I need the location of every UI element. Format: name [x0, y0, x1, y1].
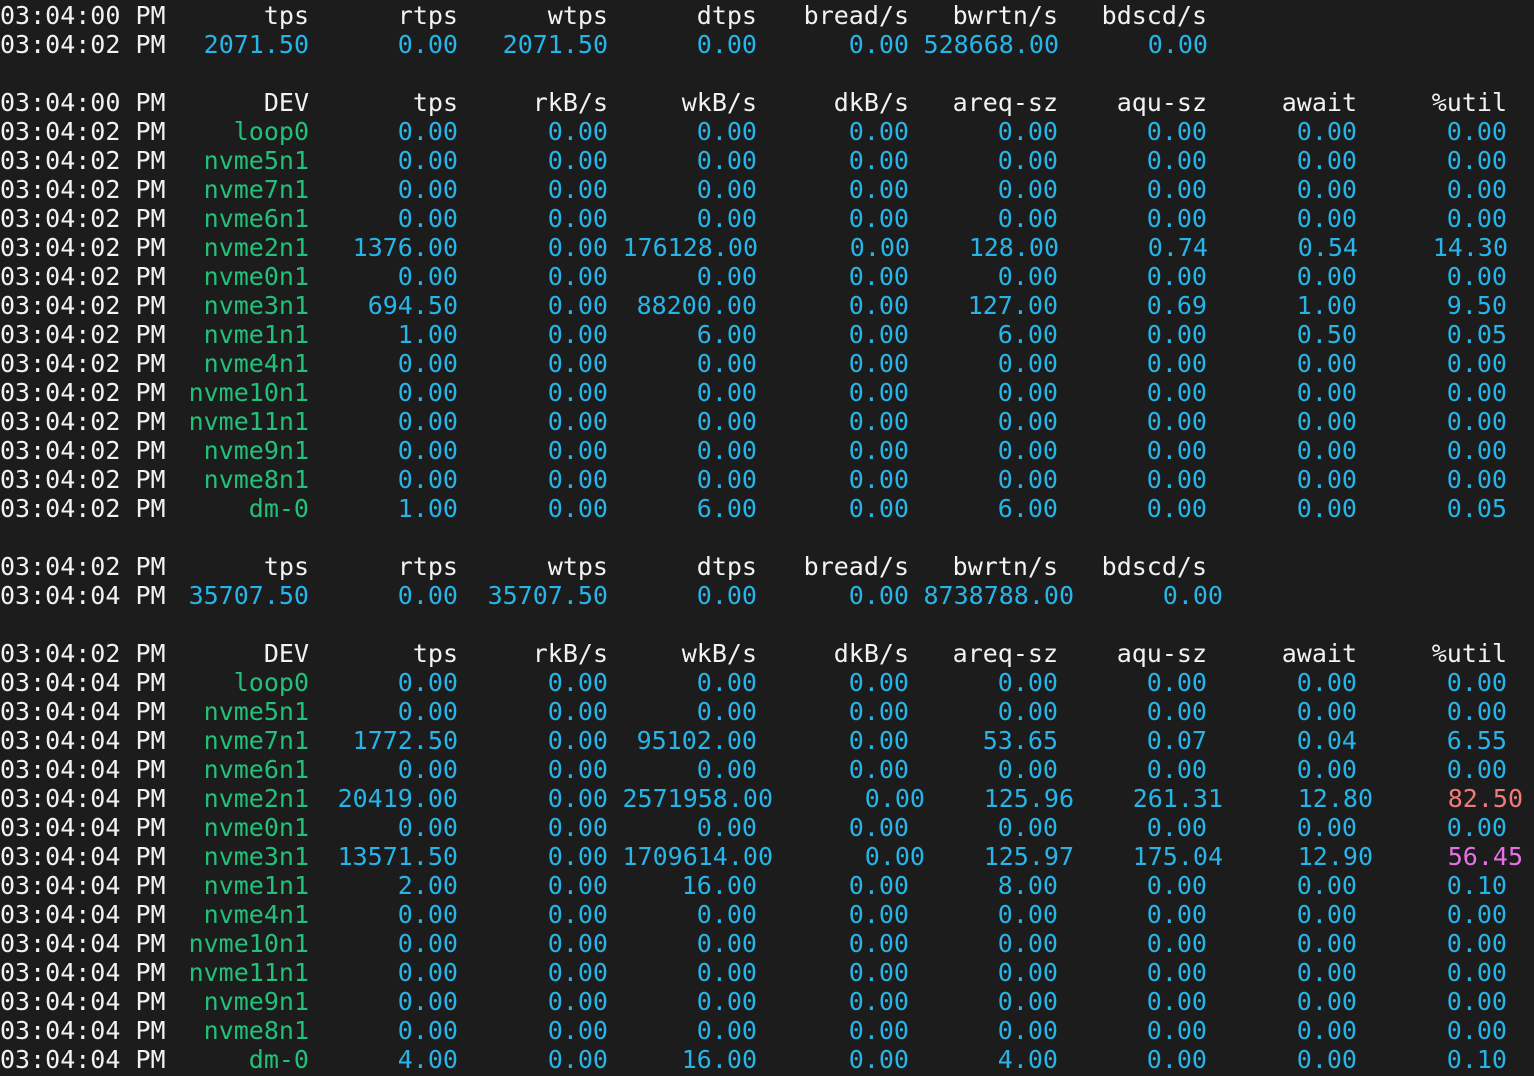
- device-row: 03:04:04 PM nvme1n1 2.00 0.00 16.00 0.00 8.00 0…: [0, 871, 1534, 900]
- device-row: 03:04:02 PM nvme2n1 1376.00 0.00 176128.00 0.…: [0, 233, 1534, 262]
- device-row: 03:04:02 PM nvme4n1 0.00 0.00 0.00 0.00 0.00 0.…: [0, 349, 1534, 378]
- device-metric-value: 0.00: [1446, 987, 1507, 1016]
- device-row: 03:04:04 PM loop0 0.00 0.00 0.00 0.00 0.00 0.00…: [0, 668, 1534, 697]
- device-header-row: 03:04:02 PM DEV tps rkB/s wkB/s dkB/s areq-sz a…: [0, 639, 1534, 668]
- device-row: 03:04:04 PM nvme9n1 0.00 0.00 0.00 0.00 0.00 0.…: [0, 987, 1534, 1016]
- device-header-row: 03:04:00 PM DEV tps rkB/s wkB/s dkB/s areq-sz a…: [0, 88, 1534, 117]
- device-metric-value: 14.30: [1432, 233, 1508, 262]
- device-metric-value: 56.45: [1447, 842, 1523, 871]
- device-metric-value: 0.00: [1446, 929, 1507, 958]
- device-metric-value: 0.05: [1446, 320, 1507, 349]
- device-row: 03:04:02 PM nvme8n1 0.00 0.00 0.00 0.00 0.00 0.…: [0, 465, 1534, 494]
- device-row: 03:04:04 PM nvme3n1 13571.50 0.00 1709614.00…: [0, 842, 1534, 871]
- device-row: 03:04:04 PM nvme2n1 20419.00 0.00 2571958.00…: [0, 784, 1534, 813]
- device-metric-value: 6.55: [1446, 726, 1507, 755]
- device-row: 03:04:02 PM nvme7n1 0.00 0.00 0.00 0.00 0.00 0.…: [0, 175, 1534, 204]
- device-metric-value: 0.00: [1446, 117, 1507, 146]
- device-row: 03:04:04 PM nvme6n1 0.00 0.00 0.00 0.00 0.00 0.…: [0, 755, 1534, 784]
- device-row: 03:04:02 PM loop0 0.00 0.00 0.00 0.00 0.00 0.00…: [0, 117, 1534, 146]
- device-metric-value: 0.00: [1446, 204, 1507, 233]
- device-row: 03:04:04 PM nvme4n1 0.00 0.00 0.00 0.00 0.00 0.…: [0, 900, 1534, 929]
- device-metric-value: 0.00: [1446, 175, 1507, 204]
- device-row: 03:04:04 PM nvme10n1 0.00 0.00 0.00 0.00 0.00 0…: [0, 929, 1534, 958]
- device-metric-value: 0.00: [1446, 1016, 1507, 1045]
- device-row: 03:04:04 PM dm-0 4.00 0.00 16.00 0.00 4.00 0.00…: [0, 1045, 1534, 1074]
- device-metric-value: 0.05: [1446, 494, 1507, 523]
- device-metric-value: 0.00: [1446, 146, 1507, 175]
- device-metric-value: 0.00: [1446, 407, 1507, 436]
- summary-value: 0.00: [1147, 30, 1208, 59]
- device-row: 03:04:02 PM nvme3n1 694.50 0.00 88200.00 0.00…: [0, 291, 1534, 320]
- device-row: 03:04:04 PM nvme8n1 0.00 0.00 0.00 0.00 0.00 0.…: [0, 1016, 1534, 1045]
- terminal-window[interactable]: 03:04:00 PM tps rtps wtps dtps bread/s bwrtn/s…: [0, 0, 1534, 1076]
- device-metric-value: 0.00: [1446, 668, 1507, 697]
- column-header: %util: [1431, 639, 1507, 668]
- column-header: bdscd/s: [1101, 552, 1207, 581]
- device-row: 03:04:02 PM nvme0n1 0.00 0.00 0.00 0.00 0.00 0.…: [0, 262, 1534, 291]
- device-row: 03:04:04 PM nvme7n1 1772.50 0.00 95102.00 0.0…: [0, 726, 1534, 755]
- summary-value: 0.00: [1162, 581, 1223, 610]
- summary-data-row: 03:04:04 PM 35707.50 0.00 35707.50 0.00 0.00 8…: [0, 581, 1534, 610]
- column-header: %util: [1431, 88, 1507, 117]
- device-metric-value: 0.00: [1446, 697, 1507, 726]
- device-metric-value: 0.00: [1446, 958, 1507, 987]
- device-metric-value: 9.50: [1446, 291, 1507, 320]
- device-row: 03:04:02 PM nvme9n1 0.00 0.00 0.00 0.00 0.00 0.…: [0, 436, 1534, 465]
- device-row: 03:04:04 PM nvme0n1 0.00 0.00 0.00 0.00 0.00 0.…: [0, 813, 1534, 842]
- device-metric-value: 0.10: [1446, 1045, 1507, 1074]
- device-row: 03:04:02 PM nvme11n1 0.00 0.00 0.00 0.00 0.00 0…: [0, 407, 1534, 436]
- summary-data-row: 03:04:02 PM 2071.50 0.00 2071.50 0.00 0.00 528…: [0, 30, 1534, 59]
- device-metric-value: 0.00: [1446, 262, 1507, 291]
- device-row: 03:04:02 PM nvme5n1 0.00 0.00 0.00 0.00 0.00 0.…: [0, 146, 1534, 175]
- device-metric-value: 82.50: [1447, 784, 1523, 813]
- device-metric-value: 0.00: [1446, 349, 1507, 378]
- device-metric-value: 0.00: [1446, 813, 1507, 842]
- device-metric-value: 0.00: [1446, 436, 1507, 465]
- device-metric-value: 0.00: [1446, 465, 1507, 494]
- device-metric-value: 0.00: [1446, 378, 1507, 407]
- device-row: 03:04:04 PM nvme11n1 0.00 0.00 0.00 0.00 0.00 0…: [0, 958, 1534, 987]
- device-row: 03:04:02 PM nvme10n1 0.00 0.00 0.00 0.00 0.00 0…: [0, 378, 1534, 407]
- device-metric-value: 0.10: [1446, 871, 1507, 900]
- summary-header-row: 03:04:02 PM tps rtps wtps dtps bread/s bwrtn/s…: [0, 552, 1534, 581]
- column-header: bdscd/s: [1101, 1, 1207, 30]
- device-metric-value: 0.00: [1446, 755, 1507, 784]
- device-row: 03:04:02 PM nvme6n1 0.00 0.00 0.00 0.00 0.00 0.…: [0, 204, 1534, 233]
- device-metric-value: 0.00: [1446, 900, 1507, 929]
- summary-header-row: 03:04:00 PM tps rtps wtps dtps bread/s bwrtn/s…: [0, 1, 1534, 30]
- device-row: 03:04:02 PM dm-0 1.00 0.00 6.00 0.00 6.00 0.00 0…: [0, 494, 1534, 523]
- device-row: 03:04:04 PM nvme5n1 0.00 0.00 0.00 0.00 0.00 0.…: [0, 697, 1534, 726]
- device-row: 03:04:02 PM nvme1n1 1.00 0.00 6.00 0.00 6.00 0.…: [0, 320, 1534, 349]
